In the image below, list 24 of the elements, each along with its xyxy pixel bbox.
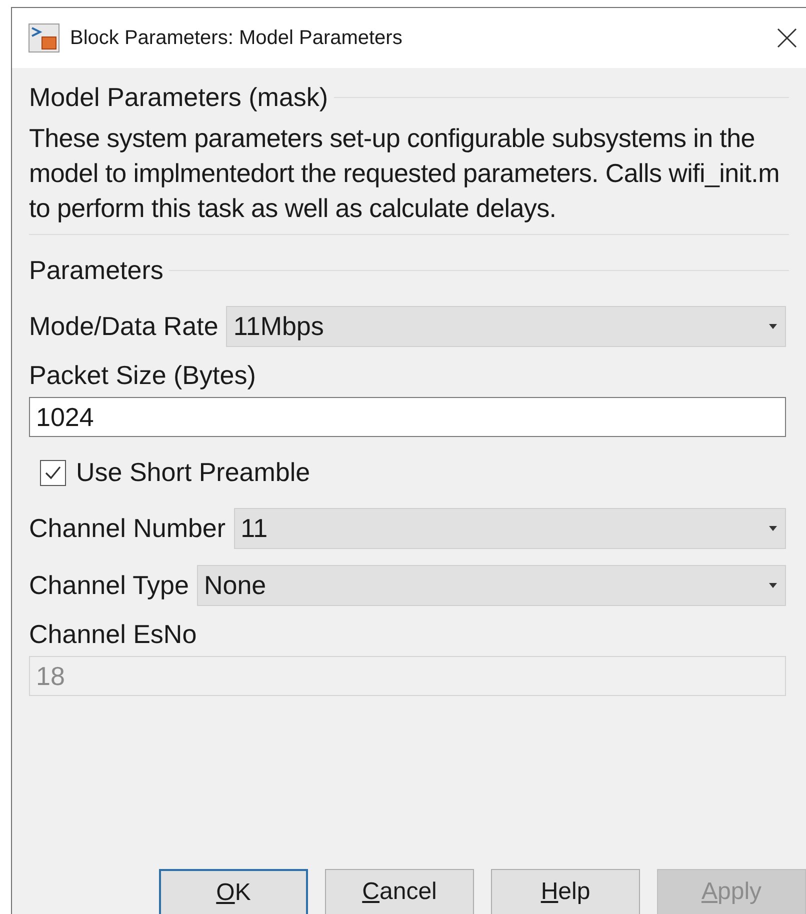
- dialog-button[interactable]: Cancel: [325, 869, 474, 914]
- dialog-button[interactable]: OK: [159, 869, 308, 914]
- group-title: Parameters: [29, 254, 164, 287]
- description-text: These system parameters set-up configurable subsystems in the model to implmentedort the requested parameters. Calls wifi_init.m to perform this task as well as calculate delays.: [29, 122, 780, 225]
- dropdown-arrow-icon: [769, 583, 777, 588]
- checkmark-icon: [44, 464, 62, 482]
- field-label: Channel Number: [29, 512, 226, 545]
- close-icon[interactable]: [776, 27, 798, 49]
- dropdown[interactable]: None: [196, 565, 786, 606]
- block-icon: [28, 23, 60, 53]
- checkbox-label: Use Short Preamble: [76, 456, 310, 489]
- dropdown-arrow-icon: [769, 324, 777, 329]
- field-label: Packet Size (Bytes): [29, 359, 257, 392]
- dropdown[interactable]: 11Mbps: [226, 306, 786, 347]
- field-label: Channel EsNo: [29, 618, 198, 651]
- checkbox[interactable]: [40, 460, 66, 486]
- dialog-button[interactable]: Help: [491, 869, 640, 914]
- dropdown[interactable]: 11: [234, 508, 786, 549]
- group-title: Model Parameters (mask): [29, 81, 328, 114]
- field-label: Mode/Data Rate: [29, 310, 218, 343]
- dropdown-arrow-icon: [769, 526, 777, 531]
- text-field[interactable]: 1024: [29, 397, 786, 437]
- window-title: Block Parameters: Model Parameters: [70, 26, 404, 51]
- field-label: Channel Type: [29, 569, 189, 602]
